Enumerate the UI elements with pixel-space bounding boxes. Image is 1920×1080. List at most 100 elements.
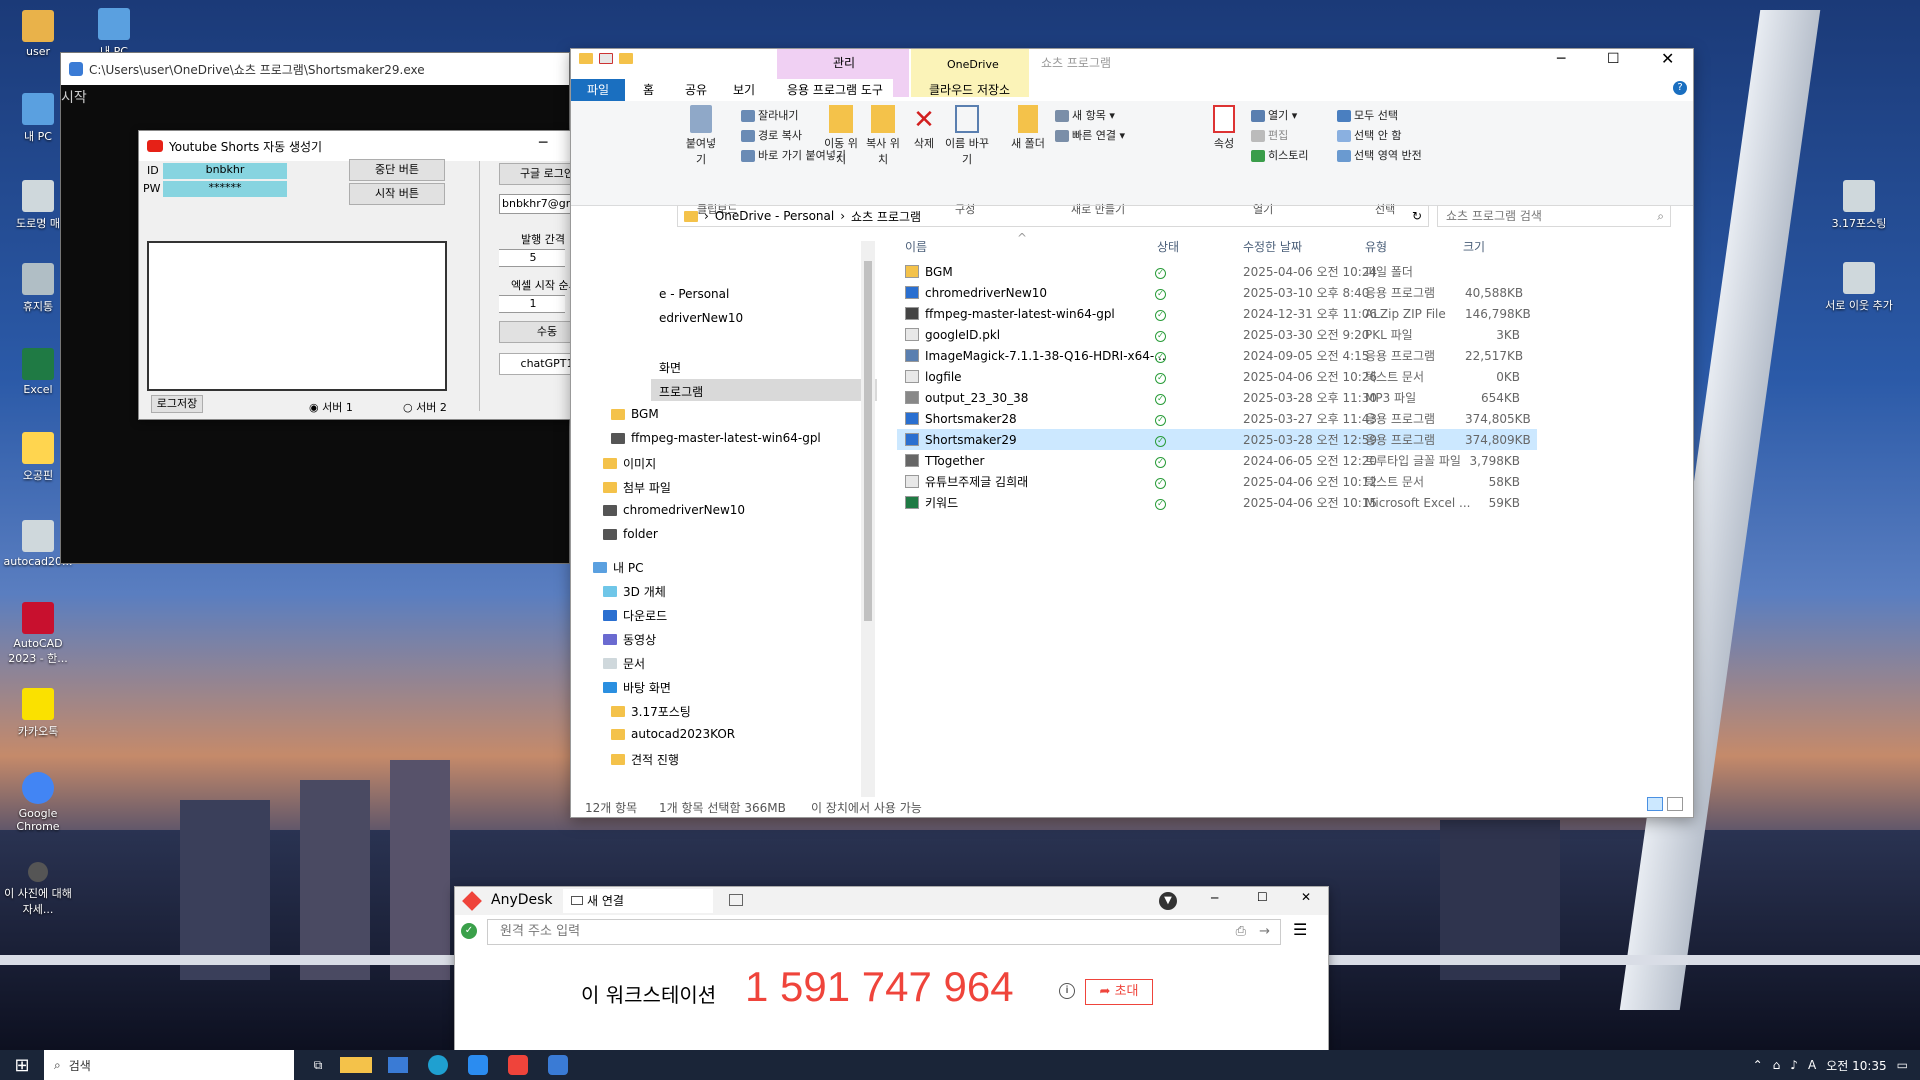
explorer-window[interactable]: 관리 OneDrive 쇼츠 프로그램 ─ ☐ ✕ 파일 홈 공유 보기 응용 …: [570, 48, 1694, 818]
start-button[interactable]: 시작 버튼: [349, 183, 445, 205]
start-windows-icon[interactable]: ⊞: [0, 1055, 44, 1076]
breadcrumb-item[interactable]: 쇼츠 프로그램: [851, 208, 921, 225]
nav-item[interactable]: chromedriverNew10: [603, 503, 745, 517]
taskbar-search[interactable]: ⌕ 검색: [44, 1050, 294, 1080]
nav-item[interactable]: 프로그램: [659, 383, 703, 400]
screen-icon[interactable]: [729, 894, 743, 906]
log-save-button[interactable]: 로그저장: [151, 395, 203, 413]
tab-app-tools[interactable]: 응용 프로그램 도구: [777, 79, 893, 101]
invert-selection-button[interactable]: 선택 영역 반전: [1337, 147, 1422, 163]
details-view-icon[interactable]: [1647, 797, 1663, 811]
id-field[interactable]: bnbkhr: [163, 163, 287, 179]
rename-button[interactable]: 이름 바꾸기: [945, 105, 989, 167]
stop-button[interactable]: 중단 버튼: [349, 159, 445, 181]
help-icon[interactable]: ?: [1673, 81, 1687, 95]
file-row[interactable]: 키워드 ✓ 2025-04-06 오전 10:15 Microsoft Excel .…: [897, 492, 1537, 513]
nav-item[interactable]: 화면: [659, 359, 681, 376]
anydesk-titlebar[interactable]: AnyDesk 새 연결 ▼ ─ ☐ ✕: [455, 887, 1328, 915]
file-row[interactable]: ImageMagick-7.1.1-38-Q16-HDRI-x64-... ✓ 20…: [897, 345, 1537, 366]
console-task-icon[interactable]: [548, 1055, 568, 1075]
nav-item[interactable]: autocad2023KOR: [611, 727, 735, 741]
search-input[interactable]: 쇼츠 프로그램 검색 ⌕: [1437, 205, 1671, 227]
nav-item[interactable]: e - Personal: [659, 287, 729, 301]
nav-item[interactable]: 문서: [603, 655, 645, 672]
nav-item[interactable]: 동영상: [603, 631, 656, 648]
file-row[interactable]: chromedriverNew10 ✓ 2025-03-10 오후 8:40 응용 프…: [897, 282, 1537, 303]
open-button[interactable]: 열기 ▾: [1251, 107, 1297, 123]
close-icon[interactable]: ✕: [1661, 49, 1674, 68]
menu-icon[interactable]: ☰: [1293, 920, 1307, 939]
cut-button[interactable]: 잘라내기: [741, 107, 798, 123]
address-bar[interactable]: › OneDrive - Personal › 쇼츠 프로그램 ↻: [677, 205, 1429, 227]
nav-item[interactable]: 바탕 화면: [603, 679, 671, 696]
desktop-icon[interactable]: 3.17포스팅: [1823, 180, 1895, 231]
file-row[interactable]: output_23_30_38 ✓ 2025-03-28 오후 11:30 MP3 파…: [897, 387, 1537, 408]
navigation-pane[interactable]: e - Personal edriverNew10 화면 프로그램 BGM ff…: [571, 235, 877, 795]
pw-field[interactable]: ******: [163, 181, 287, 197]
download-icon[interactable]: ▼: [1159, 892, 1177, 910]
tab-cloud[interactable]: 클라우드 저장소: [919, 79, 1020, 101]
volume-icon[interactable]: ♪: [1790, 1058, 1798, 1072]
col-date[interactable]: 수정한 날짜: [1243, 238, 1302, 255]
move-to-button[interactable]: 이동 위치: [821, 105, 861, 167]
tab-file[interactable]: 파일: [571, 79, 626, 101]
task-view-icon[interactable]: ⧉: [302, 1058, 334, 1073]
tab-share[interactable]: 공유: [675, 79, 717, 101]
log-textbox[interactable]: [147, 241, 447, 391]
info-icon[interactable]: i: [1059, 983, 1075, 999]
ime-indicator[interactable]: A: [1808, 1058, 1816, 1072]
desktop-icon[interactable]: user: [2, 10, 74, 58]
invite-button[interactable]: ➦ 초대: [1085, 979, 1153, 1005]
file-explorer-icon[interactable]: [340, 1057, 372, 1073]
large-icons-view-icon[interactable]: [1667, 797, 1683, 811]
delete-button[interactable]: ✕ 삭제: [907, 105, 941, 151]
easy-access-button[interactable]: 빠른 연결 ▾: [1055, 127, 1125, 143]
new-folder-icon[interactable]: [619, 53, 633, 64]
file-row[interactable]: 유튜브주제글 김희래 ✓ 2025-04-06 오전 10:12 텍스트 문서 58KB: [897, 471, 1537, 492]
file-row[interactable]: googleID.pkl ✓ 2025-03-30 오전 9:20 PKL 파일 3KB: [897, 324, 1537, 345]
col-type[interactable]: 유형: [1365, 238, 1387, 255]
nav-item[interactable]: 3D 개체: [603, 583, 666, 600]
desktop-icon[interactable]: 카카오톡: [2, 688, 74, 739]
tab-new-connection[interactable]: 새 연결: [563, 889, 713, 913]
nav-item[interactable]: 견적 진행: [611, 751, 679, 768]
nav-item[interactable]: 다운로드: [603, 607, 667, 624]
nav-item[interactable]: BGM: [611, 407, 659, 421]
server1-radio[interactable]: ◉ 서버 1: [309, 399, 353, 415]
copy-path-button[interactable]: 경로 복사: [741, 127, 802, 143]
desktop-icon[interactable]: 이 사진에 대해 자세...: [2, 862, 74, 917]
clock[interactable]: 오전 10:35: [1826, 1057, 1886, 1074]
anydesk-window[interactable]: AnyDesk 새 연결 ▼ ─ ☐ ✕ ✓ 원격 주소 입력 ⎙ → ☰ 이 …: [454, 886, 1329, 1051]
refresh-icon[interactable]: ↻: [1412, 209, 1422, 223]
network-icon[interactable]: ⌂: [1773, 1058, 1781, 1072]
nav-item[interactable]: ffmpeg-master-latest-win64-gpl: [611, 431, 821, 445]
select-all-button[interactable]: 모두 선택: [1337, 107, 1398, 123]
app-icon[interactable]: [468, 1055, 488, 1075]
nav-item[interactable]: 첨부 파일: [603, 479, 671, 496]
notification-icon[interactable]: ▭: [1897, 1058, 1908, 1072]
nav-scrollbar[interactable]: [861, 241, 875, 797]
col-size[interactable]: 크기: [1463, 238, 1485, 255]
desktop-icon[interactable]: Google Chrome: [2, 772, 74, 833]
file-row[interactable]: Shortsmaker29 ✓ 2025-03-28 오전 12:59 응용 프로그램…: [897, 429, 1537, 450]
file-row[interactable]: BGM ✓ 2025-04-06 오전 10:24 파일 폴더: [897, 261, 1537, 282]
desktop-icon[interactable]: AutoCAD 2023 - 한...: [2, 602, 74, 666]
col-name[interactable]: 이름: [905, 238, 927, 255]
new-folder-button[interactable]: 새 폴더: [1011, 105, 1045, 151]
properties-button[interactable]: 속성: [1207, 105, 1241, 151]
tab-view[interactable]: 보기: [723, 79, 765, 101]
maximize-icon[interactable]: ☐: [1257, 890, 1268, 904]
desktop-icon[interactable]: 서로 이웃 추가: [1823, 262, 1895, 313]
remote-address-input[interactable]: 원격 주소 입력 ⎙ →: [487, 919, 1281, 945]
select-none-button[interactable]: 선택 안 함: [1337, 127, 1401, 143]
nav-item[interactable]: 3.17포스팅: [611, 703, 691, 720]
file-transfer-icon[interactable]: ⎙: [1236, 920, 1246, 944]
nav-item[interactable]: edriverNew10: [659, 311, 743, 325]
copy-to-button[interactable]: 복사 위치: [863, 105, 903, 167]
edit-button[interactable]: 편집: [1251, 127, 1288, 143]
file-row[interactable]: ffmpeg-master-latest-win64-gpl ✓ 2024-12-3…: [897, 303, 1537, 324]
connect-arrow-icon[interactable]: →: [1259, 920, 1270, 944]
properties-icon[interactable]: [599, 53, 613, 64]
nav-item[interactable]: folder: [603, 527, 658, 541]
maximize-icon[interactable]: ☐: [1607, 51, 1620, 67]
